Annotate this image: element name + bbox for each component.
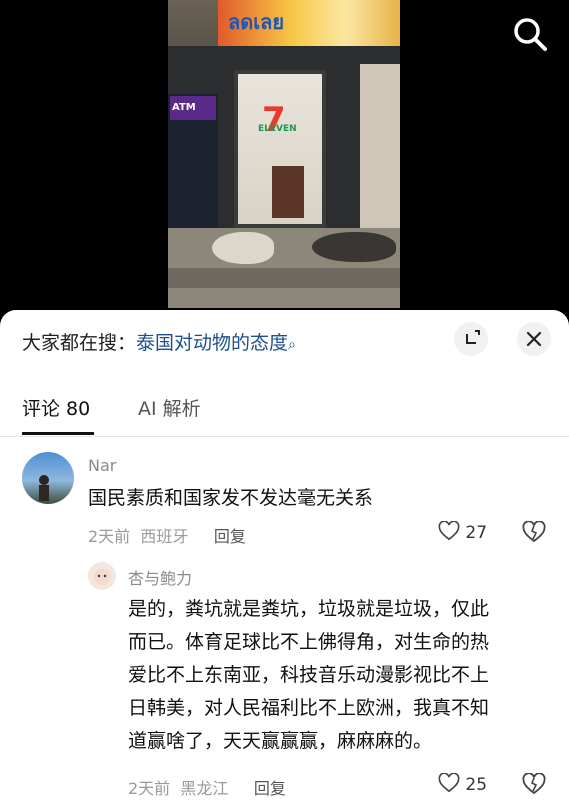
video-player[interactable]: ลดเลย ATM 7 ELEVEN — [0, 0, 569, 320]
heart-icon — [438, 772, 460, 793]
reply-location: 黑龙江 — [180, 779, 229, 798]
active-tab-indicator — [22, 432, 94, 435]
reply-text-line: 爱比不上东南亚，科技音乐动漫影视比不上 — [128, 664, 490, 686]
tab-comments[interactable]: 评论 80 — [22, 394, 90, 421]
comment-username[interactable]: Nar — [88, 456, 116, 475]
comment-text: 国民素质和国家发不发达毫无关系 — [88, 487, 374, 509]
banner-text: ลดเลย — [228, 10, 285, 34]
comment-panel: 大家都在搜：泰国对动物的态度⌕ 评论 80 AI 解析 Nar 国民素质和国家发… — [0, 310, 569, 800]
reply-text-line: 日韩美，对人民福利比不上欧洲，我真不知 — [128, 697, 490, 719]
shop-step — [168, 268, 400, 288]
door-poster — [272, 166, 304, 218]
black-dog — [312, 232, 396, 262]
white-dog — [212, 232, 274, 264]
tab-ai-analysis[interactable]: AI 解析 — [138, 394, 201, 421]
search-icon[interactable] — [510, 14, 550, 54]
reply-text-line: 是的，粪坑就是粪坑，垃圾就是垃圾，仅此 — [128, 598, 490, 620]
search-icon: ⌕ — [288, 337, 296, 353]
comment-location: 西班牙 — [140, 527, 189, 546]
reply-time: 2天前 — [128, 779, 171, 798]
atm-sign: ATM — [170, 96, 216, 120]
video-frame: ลดเลย ATM 7 ELEVEN — [168, 0, 400, 308]
trending-search[interactable]: 大家都在搜：泰国对动物的态度⌕ — [22, 328, 296, 355]
reply-button[interactable]: 回复 — [214, 527, 246, 546]
store-logo-number: 7 — [262, 100, 286, 140]
like-count: 27 — [465, 523, 488, 543]
reply-meta: 2天前 黑龙江 回复 — [128, 775, 286, 799]
trending-search-term[interactable]: 泰国对动物的态度 — [136, 332, 288, 354]
like-count: 25 — [465, 775, 488, 795]
heart-icon — [438, 520, 460, 541]
close-icon[interactable] — [517, 322, 551, 356]
trending-search-prefix: 大家都在搜： — [22, 332, 137, 354]
like-button[interactable]: 25 — [438, 772, 488, 795]
reply-text: 是的，粪坑就是粪坑，垃圾就是垃圾，仅此 而已。体育足球比不上佛得角，对生命的热 … — [128, 593, 489, 758]
like-button[interactable]: 27 — [438, 520, 488, 543]
store-logo-word: ELEVEN — [258, 124, 297, 134]
broken-heart-icon[interactable] — [522, 520, 546, 547]
reply-text-line: 道赢啥了，天天赢赢赢，麻麻麻的。 — [128, 730, 433, 752]
comment-tabs: 评论 80 AI 解析 — [0, 394, 569, 437]
collapse-icon[interactable] — [454, 322, 488, 356]
comment-time: 2天前 — [88, 527, 131, 546]
avatar[interactable] — [22, 452, 74, 504]
broken-heart-icon[interactable] — [522, 772, 546, 799]
reply-button[interactable]: 回复 — [254, 779, 286, 798]
reply-text-line: 而已。体育足球比不上佛得角，对生命的热 — [128, 631, 490, 653]
reply-username[interactable]: 杏与鲍力 — [128, 565, 192, 589]
avatar[interactable] — [88, 562, 116, 590]
comment-meta: 2天前 西班牙 回复 — [88, 523, 246, 547]
shop-banner: ลดเลย — [218, 0, 400, 46]
